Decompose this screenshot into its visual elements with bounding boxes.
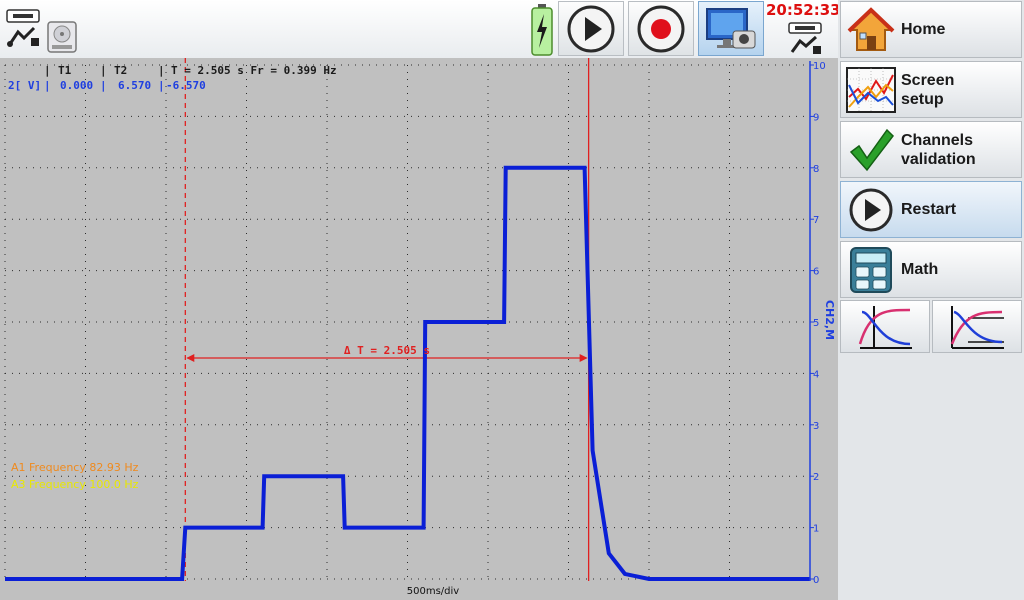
cursor-channel: 2[ V] bbox=[8, 79, 41, 92]
y-axis-tick-label: 3 bbox=[813, 421, 819, 432]
home-button[interactable]: Home bbox=[840, 1, 1022, 58]
y-axis-tick-label: 2 bbox=[813, 472, 819, 483]
play-icon bbox=[845, 184, 897, 236]
cursor-separator: | bbox=[44, 64, 51, 77]
measurement-a3-frequency: A3 Frequency 100.0 Hz bbox=[11, 478, 139, 491]
measurement-a1-frequency: A1 Frequency 82.93 Hz bbox=[11, 461, 139, 474]
calculator-icon bbox=[845, 244, 897, 296]
play-icon bbox=[567, 5, 615, 52]
cursor-separator: | bbox=[158, 79, 165, 92]
restart-label: Restart bbox=[901, 201, 957, 218]
y-axis-tick-label: 10 bbox=[813, 61, 826, 72]
timebase-label: 500ms/div bbox=[407, 586, 460, 597]
y-axis-tick-label: 9 bbox=[813, 112, 819, 123]
y-axis-tick-label: 4 bbox=[813, 369, 819, 380]
delta-t-label: Δ T = 2.505 s bbox=[344, 344, 430, 357]
curve-function-button-2[interactable] bbox=[932, 300, 1022, 353]
channels-validation-label: Channels validation bbox=[901, 131, 976, 168]
checkmark-icon bbox=[845, 124, 897, 176]
math-button[interactable]: Math bbox=[840, 241, 1022, 298]
y-axis-tick-label: 7 bbox=[813, 215, 819, 226]
cursor-separator: | bbox=[158, 64, 165, 77]
cursor-separator: | bbox=[44, 79, 51, 92]
cursor-separator: | bbox=[100, 64, 107, 77]
curve-function-icon bbox=[858, 305, 912, 349]
math-label: Math bbox=[901, 261, 939, 278]
oscilloscope-plot[interactable]: 10 9 8 7 6 5 4 3 2 1 0 | T1 | T2 | T = 2.505 s Fr … bbox=[0, 58, 838, 600]
screen-setup-button[interactable]: Screen setup bbox=[840, 61, 1022, 118]
play-button[interactable] bbox=[558, 1, 624, 56]
delta-t-arrowhead bbox=[186, 354, 195, 362]
curve-function-button-1[interactable] bbox=[840, 300, 930, 353]
disk-icon[interactable] bbox=[46, 20, 78, 58]
cursor-t1-header: T1 bbox=[58, 64, 72, 77]
record-icon bbox=[637, 5, 685, 52]
channel-axis-label: CH2,M bbox=[823, 300, 836, 340]
screenshot-icon bbox=[706, 7, 756, 48]
cursor-t2-value: 6.570 bbox=[118, 79, 151, 92]
delta-t-arrowhead bbox=[579, 354, 588, 362]
sidebar: Home Screen setup Channels validation Re… bbox=[838, 0, 1024, 600]
usb-icon[interactable] bbox=[4, 8, 42, 54]
record-button[interactable] bbox=[628, 1, 694, 56]
top-toolbar: 20:52:33 bbox=[0, 0, 841, 60]
cursor-delta-header: T = 2.505 s Fr = 0.399 Hz bbox=[171, 64, 337, 77]
cursor-separator: | bbox=[100, 79, 107, 92]
y-axis-tick-label: 6 bbox=[813, 267, 819, 278]
grid bbox=[4, 64, 811, 580]
screen-setup-icon bbox=[845, 64, 897, 116]
clock: 20:52:33 bbox=[766, 1, 841, 19]
cursor-t2-header: T2 bbox=[114, 64, 127, 77]
y-axis-tick-label: 8 bbox=[813, 164, 819, 175]
screenshot-button[interactable] bbox=[698, 1, 764, 56]
curve-function-icon bbox=[950, 305, 1004, 349]
restart-button[interactable]: Restart bbox=[840, 181, 1022, 238]
y-axis-tick-label: 5 bbox=[813, 318, 819, 329]
battery-icon bbox=[531, 4, 553, 60]
home-icon bbox=[845, 4, 897, 56]
cursor-diff-value: -6.570 bbox=[166, 79, 206, 92]
y-axis-tick-label: 1 bbox=[813, 524, 819, 535]
screen-setup-label: Screen setup bbox=[901, 71, 955, 108]
usb-icon[interactable] bbox=[786, 22, 824, 60]
y-axis-tick-label: 0 bbox=[813, 575, 819, 586]
channels-validation-button[interactable]: Channels validation bbox=[840, 121, 1022, 178]
cursor-lines[interactable] bbox=[184, 58, 590, 581]
home-label: Home bbox=[901, 21, 946, 38]
cursor-t1-value: 0.000 bbox=[60, 79, 93, 92]
